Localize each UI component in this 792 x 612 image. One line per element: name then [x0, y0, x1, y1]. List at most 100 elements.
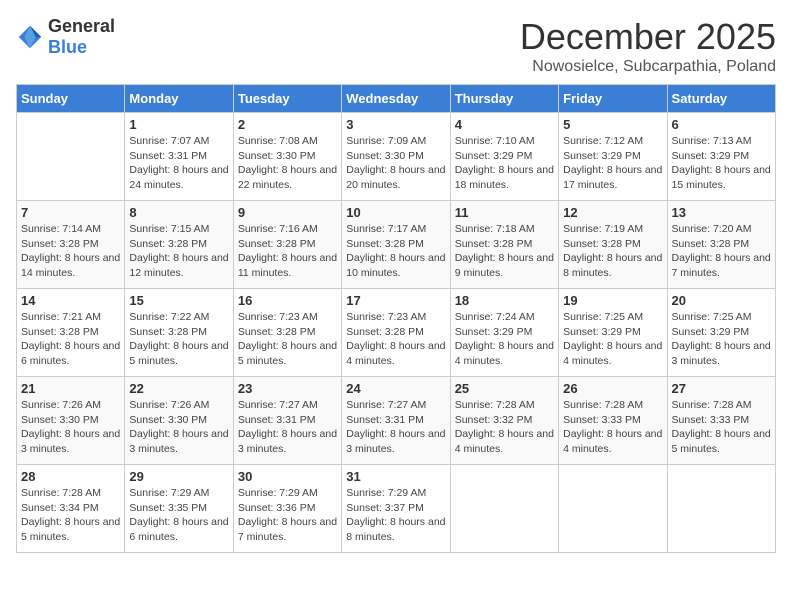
calendar-cell: 22Sunrise: 7:26 AMSunset: 3:30 PMDayligh… — [125, 377, 233, 465]
day-number: 28 — [21, 469, 120, 484]
calendar-table: SundayMondayTuesdayWednesdayThursdayFrid… — [16, 84, 776, 553]
calendar-week-row: 1 Sunrise: 7:07 AMSunset: 3:31 PMDaylight… — [17, 113, 776, 201]
day-number: 7 — [21, 205, 120, 220]
day-info: Sunrise: 7:29 AMSunset: 3:36 PMDaylight:… — [238, 486, 337, 545]
calendar-cell: 11Sunrise: 7:18 AMSunset: 3:28 PMDayligh… — [450, 201, 558, 289]
calendar-cell: 23 Sunrise: 7:27 AMSunset: 3:31 PMDayligh… — [233, 377, 341, 465]
day-info: Sunrise: 7:20 AMSunset: 3:28 PMDaylight:… — [672, 222, 771, 281]
calendar-cell: 12 Sunrise: 7:19 AMSunset: 3:28 PMDayligh… — [559, 201, 667, 289]
day-info: Sunrise: 7:29 AMSunset: 3:37 PMDaylight:… — [346, 486, 445, 545]
calendar-cell — [17, 113, 125, 201]
logo-text: General Blue — [48, 16, 115, 58]
day-info: Sunrise: 7:19 AMSunset: 3:28 PMDaylight:… — [563, 222, 662, 281]
location-title: Nowosielce, Subcarpathia, Poland — [520, 58, 776, 76]
day-number: 21 — [21, 381, 120, 396]
day-number: 15 — [129, 293, 228, 308]
calendar-cell — [450, 465, 558, 553]
day-number: 19 — [563, 293, 662, 308]
day-number: 10 — [346, 205, 445, 220]
day-number: 18 — [455, 293, 554, 308]
day-number: 6 — [672, 117, 771, 132]
calendar-cell: 6 Sunrise: 7:13 AMSunset: 3:29 PMDaylight… — [667, 113, 775, 201]
day-info: Sunrise: 7:12 AMSunset: 3:29 PMDaylight:… — [563, 134, 662, 193]
calendar-cell: 30Sunrise: 7:29 AMSunset: 3:36 PMDayligh… — [233, 465, 341, 553]
day-number: 3 — [346, 117, 445, 132]
day-number: 11 — [455, 205, 554, 220]
weekday-header-friday: Friday — [559, 85, 667, 113]
day-info: Sunrise: 7:26 AMSunset: 3:30 PMDaylight:… — [129, 398, 228, 457]
day-number: 1 — [129, 117, 228, 132]
calendar-cell: 20 Sunrise: 7:25 AMSunset: 3:29 PMDayligh… — [667, 289, 775, 377]
day-info: Sunrise: 7:28 AMSunset: 3:34 PMDaylight:… — [21, 486, 120, 545]
calendar-cell: 15 Sunrise: 7:22 AMSunset: 3:28 PMDayligh… — [125, 289, 233, 377]
day-info: Sunrise: 7:23 AMSunset: 3:28 PMDaylight:… — [238, 310, 337, 369]
calendar-cell: 18 Sunrise: 7:24 AMSunset: 3:29 PMDayligh… — [450, 289, 558, 377]
calendar-cell: 1 Sunrise: 7:07 AMSunset: 3:31 PMDaylight… — [125, 113, 233, 201]
logo: General Blue — [16, 16, 115, 58]
day-info: Sunrise: 7:29 AMSunset: 3:35 PMDaylight:… — [129, 486, 228, 545]
day-info: Sunrise: 7:28 AMSunset: 3:33 PMDaylight:… — [563, 398, 662, 457]
day-info: Sunrise: 7:17 AMSunset: 3:28 PMDaylight:… — [346, 222, 445, 281]
title-block: December 2025 Nowosielce, Subcarpathia, … — [520, 16, 776, 76]
day-info: Sunrise: 7:10 AMSunset: 3:29 PMDaylight:… — [455, 134, 554, 193]
day-info: Sunrise: 7:15 AMSunset: 3:28 PMDaylight:… — [129, 222, 228, 281]
day-number: 27 — [672, 381, 771, 396]
logo-icon — [16, 23, 44, 51]
weekday-header-thursday: Thursday — [450, 85, 558, 113]
calendar-cell: 13 Sunrise: 7:20 AMSunset: 3:28 PMDayligh… — [667, 201, 775, 289]
month-title: December 2025 — [520, 16, 776, 58]
day-number: 13 — [672, 205, 771, 220]
calendar-cell: 8 Sunrise: 7:15 AMSunset: 3:28 PMDaylight… — [125, 201, 233, 289]
day-info: Sunrise: 7:25 AMSunset: 3:29 PMDaylight:… — [672, 310, 771, 369]
day-number: 9 — [238, 205, 337, 220]
day-number: 26 — [563, 381, 662, 396]
day-info: Sunrise: 7:28 AMSunset: 3:32 PMDaylight:… — [455, 398, 554, 457]
weekday-header-row: SundayMondayTuesdayWednesdayThursdayFrid… — [17, 85, 776, 113]
day-info: Sunrise: 7:21 AMSunset: 3:28 PMDaylight:… — [21, 310, 120, 369]
calendar-cell: 2Sunrise: 7:08 AMSunset: 3:30 PMDaylight… — [233, 113, 341, 201]
day-info: Sunrise: 7:26 AMSunset: 3:30 PMDaylight:… — [21, 398, 120, 457]
day-number: 29 — [129, 469, 228, 484]
calendar-cell: 27 Sunrise: 7:28 AMSunset: 3:33 PMDayligh… — [667, 377, 775, 465]
day-info: Sunrise: 7:25 AMSunset: 3:29 PMDaylight:… — [563, 310, 662, 369]
day-number: 8 — [129, 205, 228, 220]
calendar-cell — [667, 465, 775, 553]
page-header: General Blue December 2025 Nowosielce, S… — [16, 16, 776, 76]
calendar-cell: 7 Sunrise: 7:14 AMSunset: 3:28 PMDaylight… — [17, 201, 125, 289]
logo-blue: Blue — [48, 37, 87, 57]
day-info: Sunrise: 7:13 AMSunset: 3:29 PMDaylight:… — [672, 134, 771, 193]
day-number: 16 — [238, 293, 337, 308]
calendar-cell: 16 Sunrise: 7:23 AMSunset: 3:28 PMDayligh… — [233, 289, 341, 377]
calendar-cell: 25Sunrise: 7:28 AMSunset: 3:32 PMDayligh… — [450, 377, 558, 465]
day-info: Sunrise: 7:16 AMSunset: 3:28 PMDaylight:… — [238, 222, 337, 281]
calendar-week-row: 7 Sunrise: 7:14 AMSunset: 3:28 PMDaylight… — [17, 201, 776, 289]
calendar-cell: 19 Sunrise: 7:25 AMSunset: 3:29 PMDayligh… — [559, 289, 667, 377]
weekday-header-tuesday: Tuesday — [233, 85, 341, 113]
day-info: Sunrise: 7:23 AMSunset: 3:28 PMDaylight:… — [346, 310, 445, 369]
calendar-week-row: 28 Sunrise: 7:28 AMSunset: 3:34 PMDayligh… — [17, 465, 776, 553]
weekday-header-wednesday: Wednesday — [342, 85, 450, 113]
day-info: Sunrise: 7:22 AMSunset: 3:28 PMDaylight:… — [129, 310, 228, 369]
calendar-cell: 10 Sunrise: 7:17 AMSunset: 3:28 PMDayligh… — [342, 201, 450, 289]
day-info: Sunrise: 7:14 AMSunset: 3:28 PMDaylight:… — [21, 222, 120, 281]
day-number: 5 — [563, 117, 662, 132]
day-info: Sunrise: 7:27 AMSunset: 3:31 PMDaylight:… — [238, 398, 337, 457]
day-info: Sunrise: 7:28 AMSunset: 3:33 PMDaylight:… — [672, 398, 771, 457]
calendar-cell: 14Sunrise: 7:21 AMSunset: 3:28 PMDayligh… — [17, 289, 125, 377]
calendar-cell: 28 Sunrise: 7:28 AMSunset: 3:34 PMDayligh… — [17, 465, 125, 553]
calendar-cell: 9 Sunrise: 7:16 AMSunset: 3:28 PMDaylight… — [233, 201, 341, 289]
day-number: 12 — [563, 205, 662, 220]
calendar-cell: 24Sunrise: 7:27 AMSunset: 3:31 PMDayligh… — [342, 377, 450, 465]
day-number: 23 — [238, 381, 337, 396]
day-number: 31 — [346, 469, 445, 484]
day-info: Sunrise: 7:07 AMSunset: 3:31 PMDaylight:… — [129, 134, 228, 193]
weekday-header-sunday: Sunday — [17, 85, 125, 113]
day-number: 2 — [238, 117, 337, 132]
calendar-cell: 29 Sunrise: 7:29 AMSunset: 3:35 PMDayligh… — [125, 465, 233, 553]
calendar-cell: 3 Sunrise: 7:09 AMSunset: 3:30 PMDaylight… — [342, 113, 450, 201]
calendar-cell: 4Sunrise: 7:10 AMSunset: 3:29 PMDaylight… — [450, 113, 558, 201]
day-info: Sunrise: 7:24 AMSunset: 3:29 PMDaylight:… — [455, 310, 554, 369]
day-info: Sunrise: 7:09 AMSunset: 3:30 PMDaylight:… — [346, 134, 445, 193]
day-number: 20 — [672, 293, 771, 308]
calendar-week-row: 21 Sunrise: 7:26 AMSunset: 3:30 PMDayligh… — [17, 377, 776, 465]
